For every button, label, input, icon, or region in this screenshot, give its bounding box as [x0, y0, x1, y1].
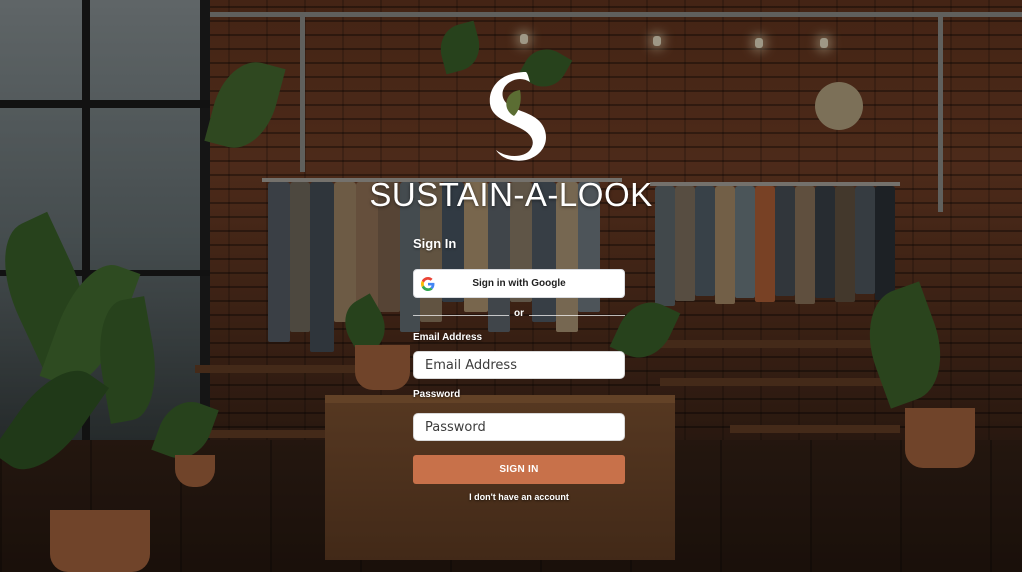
google-sign-in-button[interactable]: Sign in with Google	[413, 269, 625, 298]
email-label: Email Address	[413, 332, 483, 343]
s-leaf-logo-icon	[489, 72, 546, 161]
no-account-link[interactable]: I don't have an account	[413, 492, 625, 502]
sign-in-title: Sign In	[413, 236, 457, 251]
password-field[interactable]	[413, 413, 625, 441]
brand-name: SUSTAIN-A-LOOK	[369, 176, 653, 213]
google-sign-in-label: Sign in with Google	[472, 278, 566, 289]
email-field[interactable]	[413, 351, 625, 379]
divider-text: or	[514, 308, 524, 319]
or-divider: or	[413, 308, 625, 322]
sign-in-button[interactable]: SIGN IN	[413, 455, 625, 484]
divider-line-right	[529, 315, 625, 316]
google-g-icon	[421, 276, 435, 291]
password-label: Password	[413, 389, 461, 400]
